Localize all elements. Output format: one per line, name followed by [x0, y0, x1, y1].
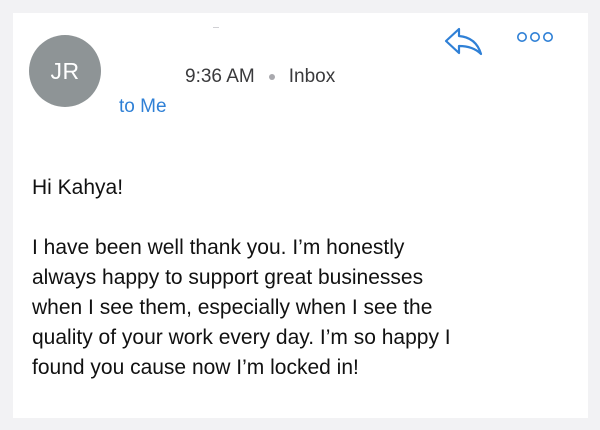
message-text: I have been well thank you. I’m honestly… [32, 236, 451, 379]
more-options-button[interactable] [513, 27, 557, 47]
message-body: Hi Kahya! I have been well thank you. I’… [32, 173, 577, 383]
separator-dot-icon [268, 74, 275, 80]
ellipsis-icon [517, 32, 553, 42]
avatar[interactable]: JR [29, 35, 101, 107]
mailbox-label: Inbox [288, 66, 336, 87]
email-detail-card: JR 9:36 AM Inbox to Me Hi Kahya! I have … [13, 13, 588, 418]
message-greeting: Hi Kahya! [32, 176, 124, 199]
email-meta: 9:36 AM Inbox [185, 65, 335, 89]
reply-arrow-icon [444, 27, 483, 56]
email-time: 9:36 AM [185, 66, 255, 87]
recipient-link[interactable]: to Me [119, 96, 167, 118]
avatar-initials: JR [50, 57, 80, 84]
reply-button[interactable] [441, 25, 485, 57]
divider [213, 27, 219, 28]
